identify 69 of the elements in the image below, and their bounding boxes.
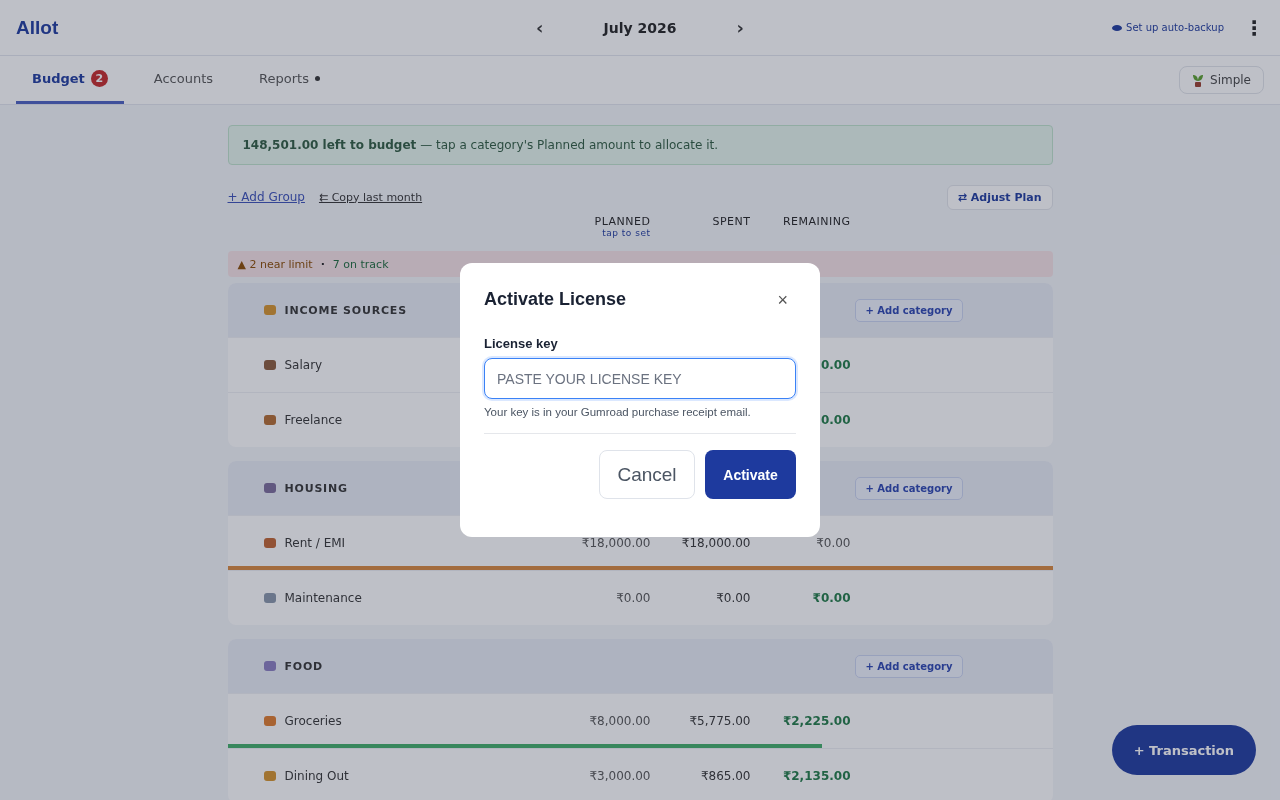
category-row[interactable]: Maintenance ₹0.00 ₹0.00 ₹0.00 [227, 570, 1053, 625]
spent-amount: ₹865.00 [700, 769, 751, 783]
category-row[interactable]: Groceries ₹8,000.00 ₹5,775.00 ₹2,225.00 [227, 693, 1053, 748]
planned-amount[interactable]: ₹0.00 [616, 591, 651, 605]
category-icon [262, 481, 277, 495]
separator-dot: · [320, 257, 325, 271]
near-limit-text: ▲ 2 near limit [237, 257, 313, 271]
month-title: July 2026 [603, 19, 677, 36]
adjust-plan-button[interactable]: ⇄ Adjust Plan [946, 184, 1053, 210]
add-category-button[interactable]: + Add category [855, 476, 963, 500]
spent-amount: ₹18,000.00 [681, 536, 751, 550]
close-button[interactable]: × [769, 290, 796, 309]
planned-amount[interactable]: ₹8,000.00 [589, 714, 651, 728]
nav-tab[interactable]: Reports [243, 56, 336, 104]
count-badge: 2 [90, 70, 108, 87]
app-logo[interactable]: Allot [16, 16, 537, 39]
category-icon [262, 303, 277, 317]
spent-amount: ₹5,775.00 [689, 714, 751, 728]
group-name: INCOME SOURCES [284, 303, 407, 317]
remaining-amount: ₹2,225.00 [782, 714, 851, 728]
category-name: Freelance [284, 413, 343, 427]
category-name: Dining Out [284, 769, 349, 783]
group-name: HOUSING [284, 481, 348, 495]
nav-tab[interactable]: Accounts [137, 56, 230, 104]
copy-last-month-link[interactable]: ⇇ Copy last month [318, 190, 423, 204]
group-name: FOOD [284, 659, 324, 673]
dialog-title: Activate License [484, 289, 627, 310]
menu-button[interactable]: ⋮ [1244, 15, 1264, 40]
category-icon [262, 769, 277, 783]
category-icon [262, 714, 277, 728]
planned-amount[interactable]: ₹3,000.00 [589, 769, 651, 783]
remaining-amount: ₹2,135.00 [782, 769, 851, 783]
remaining-amount: 0.00 [820, 358, 851, 372]
category-icon [262, 591, 277, 605]
nav-tab[interactable]: Budget 2 [16, 56, 124, 104]
category-icon [262, 659, 277, 673]
category-icon [262, 413, 277, 427]
category-row[interactable]: Dining Out ₹3,000.00 ₹865.00 ₹2,135.00 [227, 748, 1053, 800]
on-track-text: 7 on track [332, 257, 389, 271]
category-name: Salary [284, 358, 323, 372]
field-label: License key [484, 336, 559, 351]
add-category-button[interactable]: + Add category [855, 298, 963, 322]
column-hint: tap to set [602, 228, 651, 238]
previous-month-button[interactable]: ‹ [536, 17, 544, 38]
mode-button[interactable]: Simple [1179, 66, 1264, 94]
budget-banner: 148,501.00 left to budget — tap a category's Planned amount to allocate it. [227, 125, 1053, 165]
cancel-button[interactable]: Cancel [599, 450, 695, 499]
category-name: Maintenance [284, 591, 362, 605]
add-category-button[interactable]: + Add category [855, 654, 963, 678]
category-icon [262, 358, 277, 372]
add-transaction-button[interactable]: + Transaction [1111, 725, 1256, 775]
remaining-amount: 0.00 [820, 413, 851, 427]
column-header: PLANNED [594, 215, 651, 228]
plant-icon [1192, 73, 1204, 87]
spent-amount: ₹0.00 [716, 591, 751, 605]
column-header: REMAINING [782, 215, 851, 228]
remaining-amount: ₹0.00 [816, 536, 851, 550]
activate-button[interactable]: Activate [705, 450, 796, 499]
cloud-icon [1112, 24, 1123, 31]
category-name: Rent / EMI [284, 536, 346, 550]
column-header: SPENT [712, 215, 751, 228]
next-month-button[interactable]: › [736, 17, 744, 38]
planned-amount[interactable]: ₹18,000.00 [581, 536, 651, 550]
add-group-link[interactable]: + Add Group [227, 190, 305, 204]
help-text: Your key is in your Gumroad purchase receipt email. [484, 406, 752, 418]
category-icon [262, 536, 277, 550]
category-name: Groceries [284, 714, 342, 728]
remaining-amount: ₹0.00 [812, 591, 851, 605]
license-key-field[interactable]: PASTE YOUR LICENSE KEY [484, 358, 796, 399]
